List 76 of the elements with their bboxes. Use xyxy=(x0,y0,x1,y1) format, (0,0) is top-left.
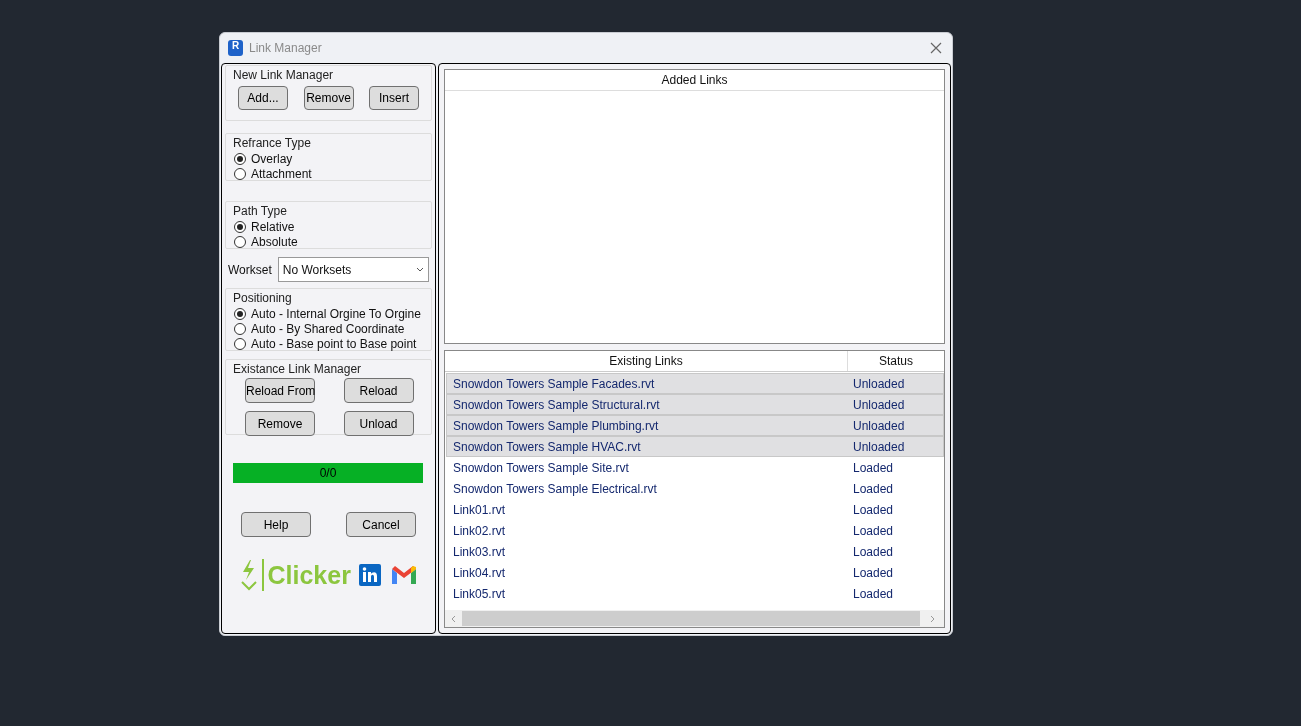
window-title: Link Manager xyxy=(249,40,322,57)
table-cell-text: Unloaded xyxy=(852,417,905,435)
table-cell-text: Snowdon Towers Sample Facades.rvt xyxy=(452,375,656,393)
table-cell-text: Unloaded xyxy=(852,396,905,414)
app-icon: R xyxy=(228,40,243,56)
chevron-down-icon xyxy=(416,267,424,272)
button[interactable]: Add... xyxy=(238,86,288,110)
group-title: Refrance Type xyxy=(233,135,312,151)
workset-dropdown[interactable]: No Worksets xyxy=(277,257,429,282)
table-cell-text: Loaded xyxy=(852,501,894,519)
lightning-icon xyxy=(240,559,258,591)
radio-button[interactable] xyxy=(234,322,246,335)
button[interactable]: Reload xyxy=(343,378,414,403)
table-cell-text: Loaded xyxy=(852,480,894,498)
table-cell-text: Loaded xyxy=(852,564,894,582)
group-title: Positioning xyxy=(233,290,293,306)
close-icon[interactable] xyxy=(930,42,942,54)
button[interactable]: Help xyxy=(241,512,311,537)
button[interactable]: Unload xyxy=(343,411,414,436)
table-row[interactable]: Snowdon Towers Sample Facades.rvt Unloaded xyxy=(446,373,944,394)
button[interactable]: Insert xyxy=(369,86,419,110)
table-cell-text: Link01.rvt xyxy=(452,501,507,519)
button[interactable]: Cancel xyxy=(346,512,416,537)
linkedin-icon[interactable] xyxy=(358,564,381,586)
mail-icon[interactable] xyxy=(390,565,417,585)
table-row[interactable]: Snowdon Towers Sample Structural.rvt Unloaded xyxy=(446,394,944,415)
radio-button[interactable] xyxy=(234,307,246,320)
group-title: Existance Link Manager xyxy=(233,361,363,377)
table-cell-text: Link02.rvt xyxy=(452,522,507,540)
radio-label: Absolute xyxy=(251,233,298,251)
table-cell-text: Loaded xyxy=(852,585,894,603)
table-cell-text: Link05.rvt xyxy=(452,585,507,603)
table-row[interactable]: Snowdon Towers Sample Plumbing.rvt Unloaded xyxy=(446,415,944,436)
table-row[interactable]: Link05.rvt Loaded xyxy=(447,583,944,604)
group-title: New Link Manager xyxy=(233,67,335,83)
radio-label: Relative xyxy=(251,218,295,236)
radio-button[interactable] xyxy=(234,235,246,248)
button[interactable]: Reload From xyxy=(245,378,315,403)
table-cell-text: Loaded xyxy=(852,543,894,561)
table-row[interactable]: Snowdon Towers Sample Electrical.rvt Loaded xyxy=(447,478,944,499)
scrollbar-thumb[interactable] xyxy=(462,611,920,626)
button[interactable]: Remove xyxy=(245,411,315,436)
radio-button[interactable] xyxy=(234,152,246,165)
group-title: Path Type xyxy=(233,203,288,219)
table-cell-text: Unloaded xyxy=(852,375,905,393)
column-header: Added Links xyxy=(445,70,944,91)
radio-button[interactable] xyxy=(234,337,246,350)
table-row[interactable]: Snowdon Towers Sample HVAC.rvt Unloaded xyxy=(446,436,944,457)
table-row[interactable]: Link04.rvt Loaded xyxy=(447,562,944,583)
radio-label: Auto - Base point to Base point xyxy=(251,336,417,353)
table-cell-text: Link04.rvt xyxy=(452,564,507,582)
progress-text: 0/0 xyxy=(318,465,338,482)
table-cell-text: Snowdon Towers Sample Plumbing.rvt xyxy=(452,417,660,435)
table-cell-text: Snowdon Towers Sample Site.rvt xyxy=(452,459,630,477)
table-cell-text: Loaded xyxy=(852,459,894,477)
radio-label: Auto - By Shared Coordinate xyxy=(251,321,405,338)
radio-button[interactable] xyxy=(234,167,246,180)
table-cell-text: Loaded xyxy=(852,522,894,540)
table-cell-text: Unloaded xyxy=(852,438,905,456)
column-header[interactable]: Status xyxy=(848,351,944,371)
table-row[interactable]: Link02.rvt Loaded xyxy=(447,520,944,541)
table-row[interactable]: Link01.rvt Loaded xyxy=(447,499,944,520)
button[interactable]: Remove xyxy=(303,86,354,110)
table-cell-text: Snowdon Towers Sample Electrical.rvt xyxy=(452,480,658,498)
radio-button[interactable] xyxy=(234,220,246,233)
table-cell-text: Snowdon Towers Sample HVAC.rvt xyxy=(452,438,642,456)
column-header[interactable]: Existing Links xyxy=(445,351,848,371)
radio-label: Attachment xyxy=(251,166,312,183)
workset-label: Workset xyxy=(228,261,272,279)
brand-logo: Clicker xyxy=(267,562,351,588)
radio-label: Auto - Internal Orgine To Orgine xyxy=(251,305,421,323)
table-cell-text: Snowdon Towers Sample Structural.rvt xyxy=(452,396,661,414)
table-row[interactable]: Link03.rvt Loaded xyxy=(447,541,944,562)
table-row[interactable]: Snowdon Towers Sample Site.rvt Loaded xyxy=(447,457,944,478)
table-cell-text: Link03.rvt xyxy=(452,543,507,561)
radio-label: Overlay xyxy=(251,150,293,168)
